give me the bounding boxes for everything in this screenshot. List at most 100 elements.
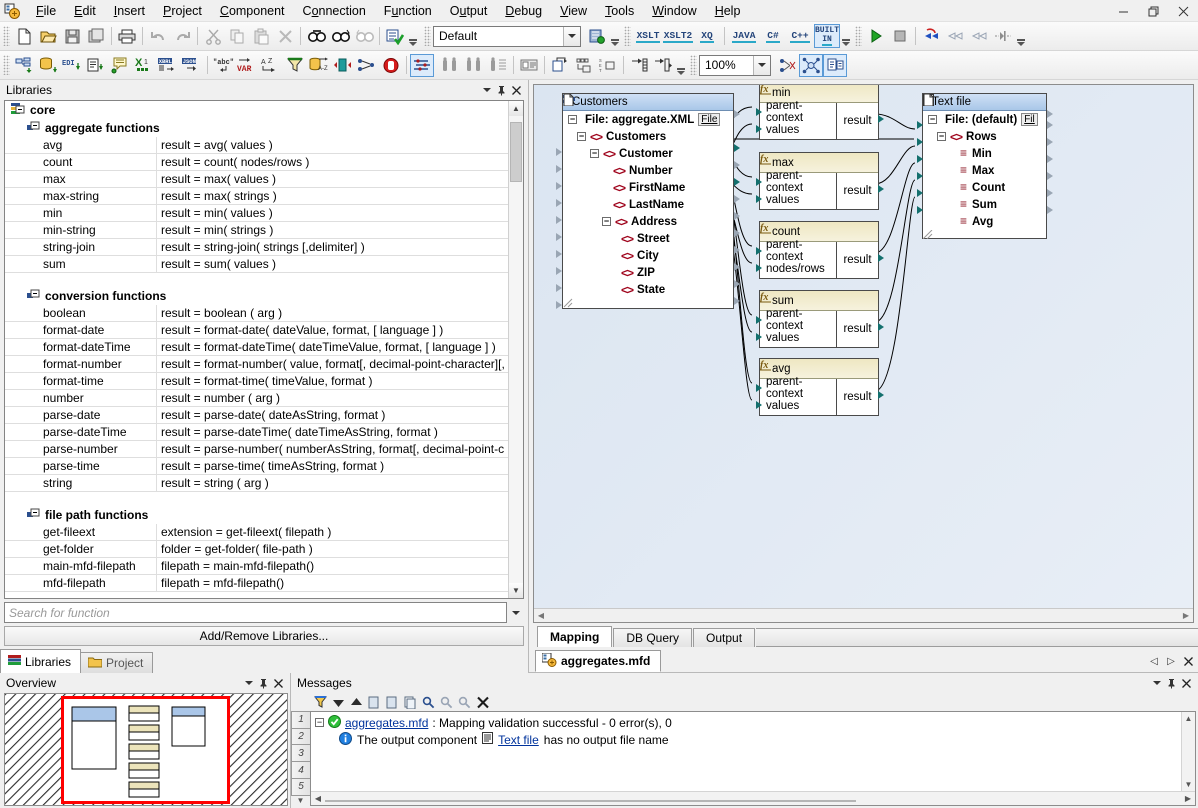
find-message-icon[interactable] <box>420 694 437 710</box>
copy-all-messages-icon[interactable] <box>402 694 419 710</box>
menu-connection[interactable]: Connection <box>294 2 375 20</box>
library-function-row[interactable]: mfd-filepath filepath = mfd-filepath() <box>5 575 508 592</box>
clear-messages-icon[interactable] <box>474 694 491 710</box>
insert-web-service-icon[interactable] <box>108 54 132 77</box>
csharp-button[interactable]: C# <box>760 25 786 48</box>
document-tab-aggregates-mfd[interactable]: aggregates.mfd <box>535 650 661 672</box>
open-file-button[interactable] <box>36 25 60 48</box>
tab-output[interactable]: Output <box>693 628 755 647</box>
scroll-right-arrow[interactable]: ▶ <box>1181 794 1195 803</box>
pane-menu-icon[interactable] <box>479 83 494 98</box>
messages-list[interactable]: − aggregates.mfd : Mapping validation su… <box>310 711 1196 806</box>
port-out-customer[interactable] <box>734 161 740 169</box>
port-in-min[interactable] <box>917 138 923 146</box>
libraries-tree[interactable]: core aggregate functions avg result = av… <box>4 100 524 599</box>
search-input[interactable]: Search for function <box>4 602 507 623</box>
document-tab-bar[interactable]: aggregates.mfd ◁ ▷ <box>529 647 1198 673</box>
library-function-row[interactable]: parse-time result = parse-time( timeAsSt… <box>5 458 508 475</box>
find-previous-message-icon[interactable] <box>456 694 473 710</box>
menu-function[interactable]: Function <box>375 2 441 20</box>
copy-button[interactable] <box>225 25 249 48</box>
code-language-toolbar[interactable]: XSLT XSLT2 XQ JAVA C# C++ BUILT IN <box>621 24 852 49</box>
toolbar-grip[interactable] <box>624 26 631 46</box>
connect-matching-children-icon[interactable] <box>462 54 486 77</box>
undo-button[interactable] <box>146 25 170 48</box>
canvas-horizontal-scrollbar[interactable]: ◀ ▶ <box>534 608 1193 622</box>
port-in-rows[interactable] <box>917 121 923 129</box>
previous-message-icon[interactable] <box>348 694 365 710</box>
go-to-next-icon[interactable] <box>627 54 651 77</box>
menu-insert[interactable]: Insert <box>105 2 154 20</box>
function-result[interactable]: result <box>837 173 878 209</box>
toolbar-grip[interactable] <box>690 55 697 75</box>
toolbar-grip[interactable] <box>3 55 10 75</box>
expander-minus-icon[interactable]: − <box>577 132 586 141</box>
toggle-connector-mode-button[interactable] <box>410 54 434 77</box>
function-result[interactable]: result <box>837 242 878 278</box>
close-icon[interactable] <box>1179 676 1194 691</box>
library-group-conversion-functions[interactable]: conversion functions <box>5 286 508 305</box>
port-in-city[interactable] <box>556 267 562 275</box>
menu-debug[interactable]: Debug <box>496 2 551 20</box>
port-out-result[interactable] <box>878 185 884 193</box>
scroll-down-arrow[interactable]: ▼ <box>509 583 523 598</box>
standard-toolbar[interactable] <box>0 24 419 49</box>
port-in-parent-context[interactable] <box>756 316 762 324</box>
next-message-icon[interactable] <box>330 694 347 710</box>
port-out-result[interactable] <box>878 115 884 123</box>
function-box-avg[interactable]: fx avg parent-context values result <box>759 358 879 416</box>
expander-minus-icon[interactable]: − <box>928 115 937 124</box>
menu-view[interactable]: View <box>551 2 596 20</box>
messages-tab-4[interactable]: 4 <box>291 761 310 779</box>
source-component-customers[interactable]: Customers − File: aggregate.XML File − <… <box>562 93 734 309</box>
tree-node-min[interactable]: ≡ Min <box>923 145 1046 162</box>
menu-project[interactable]: Project <box>154 2 211 20</box>
component-header[interactable]: Text file <box>923 94 1046 111</box>
scroll-left-arrow[interactable]: ◀ <box>311 794 325 803</box>
library-function-row[interactable]: max result = max( values ) <box>5 171 508 188</box>
insert-sql-where-icon[interactable]: A-Z <box>307 54 331 77</box>
port-in-values[interactable] <box>756 333 762 341</box>
insert-exception-icon[interactable] <box>379 54 403 77</box>
copy-message-subtree-icon[interactable] <box>384 694 401 710</box>
step-out-button[interactable] <box>967 25 991 48</box>
library-group-aggregate-functions[interactable]: aggregate functions <box>5 118 508 137</box>
param-parent-context[interactable]: parent-context <box>760 379 836 397</box>
function-result[interactable]: result <box>837 103 878 139</box>
resize-grip[interactable] <box>923 230 1046 238</box>
add-remove-libraries-button[interactable]: Add/Remove Libraries... <box>4 626 524 646</box>
port-out-street[interactable] <box>734 246 740 254</box>
builtin-button[interactable]: BUILT IN <box>814 24 840 48</box>
param-parent-context[interactable]: parent-context <box>760 311 836 329</box>
tree-node-sum[interactable]: ≡ Sum <box>923 196 1046 213</box>
xslt-button[interactable]: XSLT <box>633 25 663 48</box>
tree-node-rows[interactable]: − <> Rows <box>923 128 1046 145</box>
pin-icon[interactable] <box>1164 676 1179 691</box>
minimize-button[interactable] <box>1108 0 1138 22</box>
menu-help[interactable]: Help <box>706 2 750 20</box>
component-header[interactable]: Customers <box>563 94 733 111</box>
message-link-text-file[interactable]: Text file <box>498 733 539 747</box>
port-out-avg[interactable] <box>1047 206 1053 214</box>
mapping-view-tabs[interactable]: Mapping DB Query Output <box>529 625 1198 647</box>
tree-node-street[interactable]: <> Street <box>563 230 733 247</box>
port-in-parent-context[interactable] <box>756 247 762 255</box>
port-in-customer[interactable] <box>556 165 562 173</box>
tree-node-state[interactable]: <> State <box>563 281 733 298</box>
insert-excel-icon[interactable]: X1 <box>132 54 156 77</box>
zoom-toolbar[interactable]: 100% <box>687 53 847 78</box>
insert-sort-icon[interactable]: AZ <box>259 54 283 77</box>
tree-node-city[interactable]: <> City <box>563 247 733 264</box>
expander-minus-icon[interactable]: − <box>590 149 599 158</box>
port-out-result[interactable] <box>878 254 884 262</box>
messages-tab-3[interactable]: 3 <box>291 744 310 762</box>
port-out-max[interactable] <box>1047 155 1053 163</box>
param-parent-context[interactable]: parent-context <box>760 103 836 121</box>
toolbar-overflow-button[interactable] <box>407 25 419 48</box>
scroll-right-arrow[interactable]: ▶ <box>1179 609 1193 622</box>
toolbar-grip[interactable] <box>3 26 10 46</box>
message-link-aggregates-mfd[interactable]: aggregates.mfd <box>345 716 428 730</box>
validate-mapping-button[interactable] <box>383 25 407 48</box>
insert-text-file-icon[interactable] <box>84 54 108 77</box>
port-out-lastname[interactable] <box>734 212 740 220</box>
